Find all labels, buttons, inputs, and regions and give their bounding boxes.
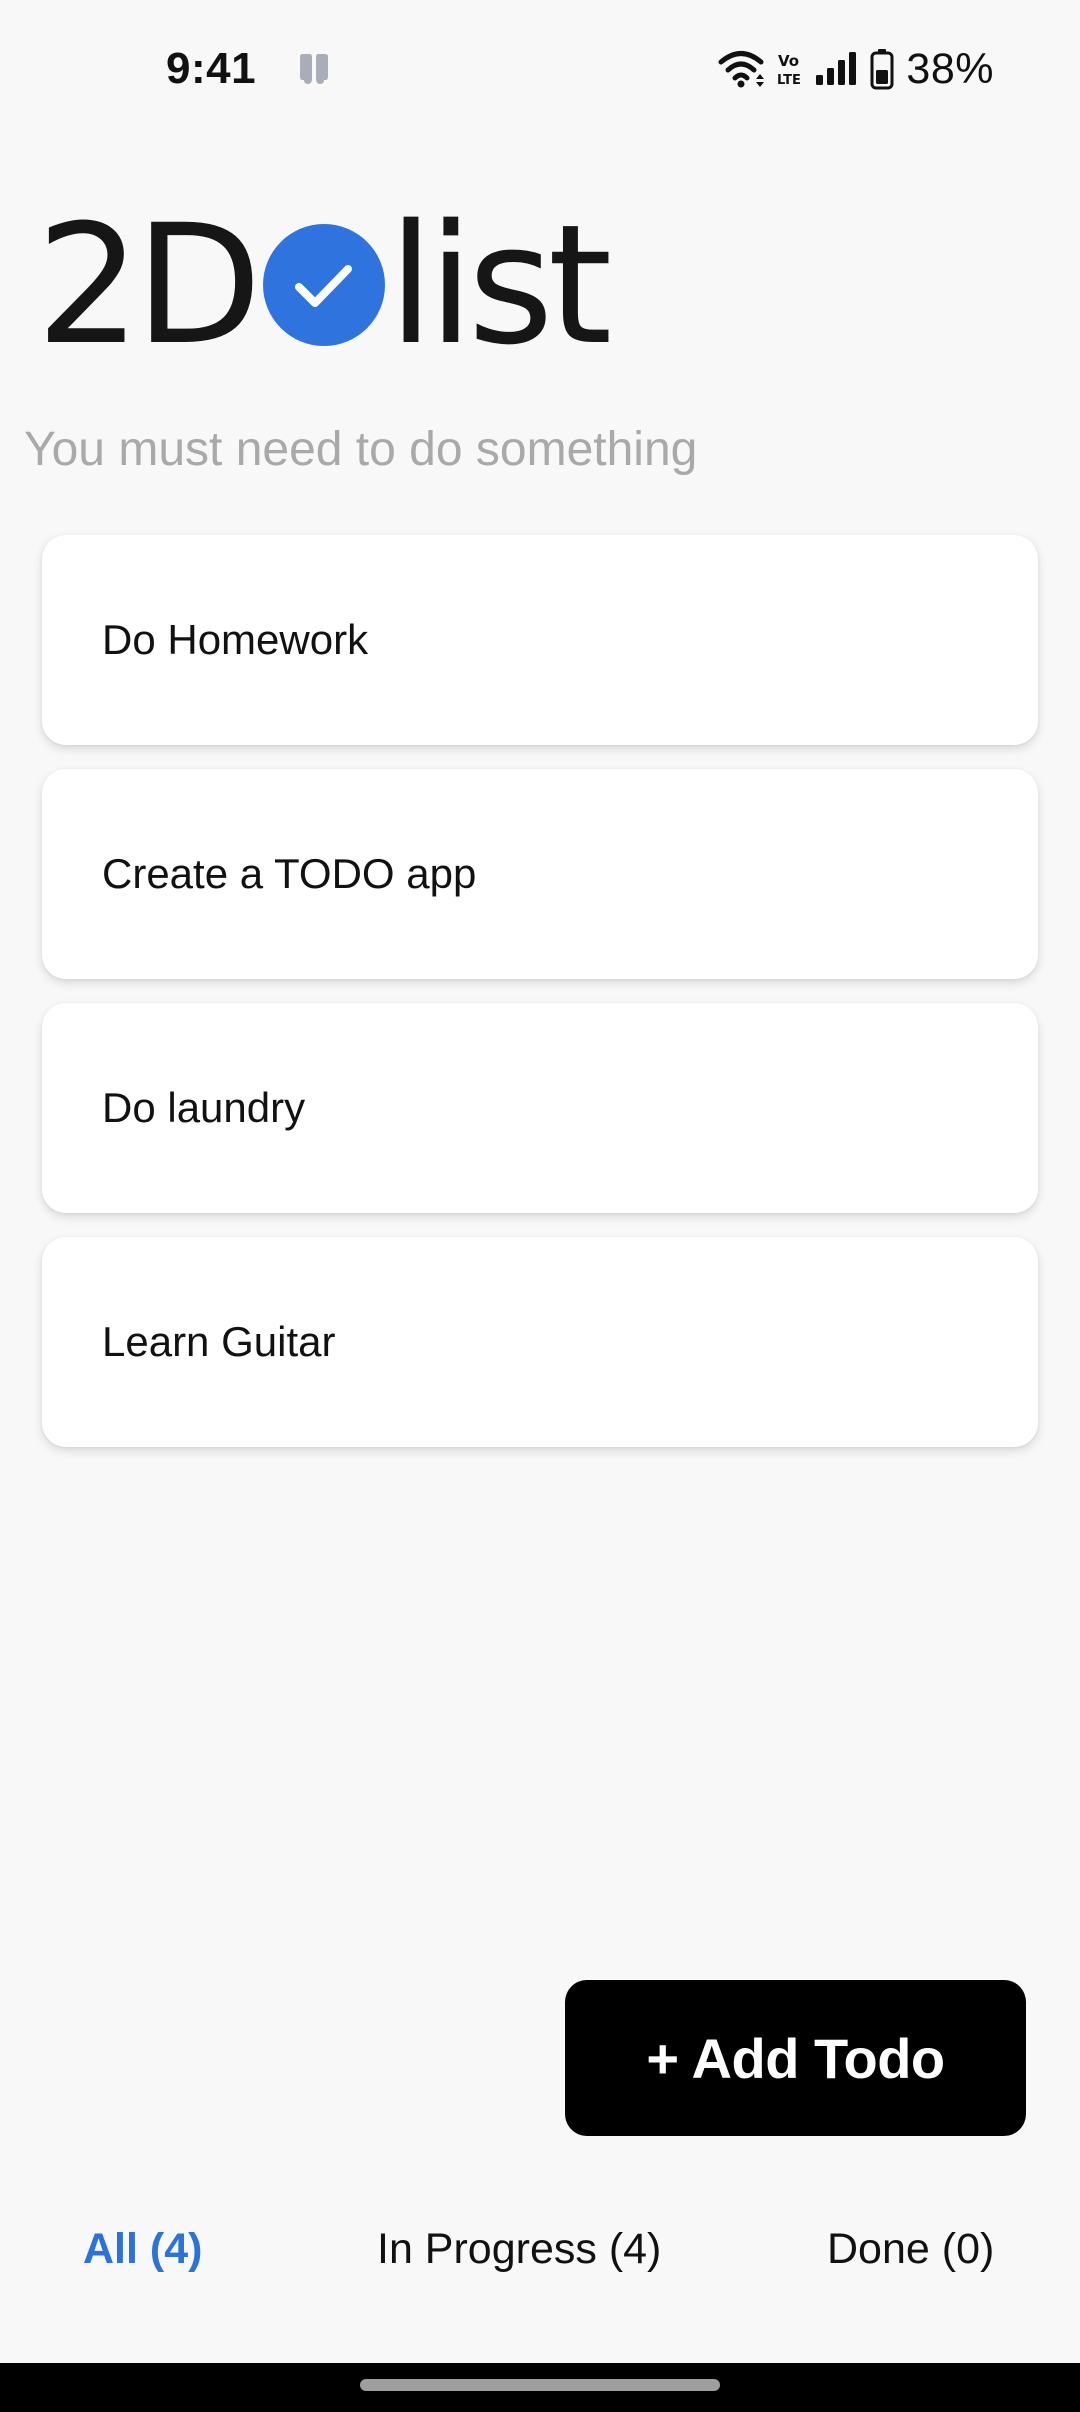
signal-icon [816,52,857,85]
tab-all[interactable]: All (4) [83,2225,202,2274]
status-icons: Vo LTE 38% [718,44,994,94]
tab-done[interactable]: Done (0) [827,2225,994,2274]
volte-icon: Vo LTE [777,52,801,88]
status-bar: 9:41 Vo LTE 38% [0,0,1080,140]
tab-in-progress[interactable]: In Progress (4) [377,2225,661,2274]
todo-item[interactable]: Do Homework [42,535,1038,745]
todo-item[interactable]: Do laundry [42,1003,1038,1213]
battery-icon [870,49,894,90]
app-logo: 2D list [36,189,612,381]
filter-tabs: All (4) In Progress (4) Done (0) [0,2225,1080,2295]
logo-suffix: list [388,189,612,381]
todo-list: Do Homework Create a TODO app Do laundry… [42,535,1038,1471]
app-screen: 9:41 Vo LTE 38% 2D list You must need to… [0,0,1080,2412]
system-nav-bar [0,2363,1080,2412]
todo-label: Create a TODO app [102,850,477,897]
check-circle-icon [263,224,386,346]
app-notification-icon [300,54,328,84]
todo-label: Learn Guitar [102,1318,336,1365]
wifi-icon [718,51,765,88]
status-time: 9:41 [166,44,257,93]
battery-percent: 38% [906,44,994,93]
subtitle: You must need to do something [24,423,698,476]
todo-label: Do laundry [102,1084,306,1131]
home-indicator[interactable] [360,2379,720,2391]
todo-item[interactable]: Learn Guitar [42,1237,1038,1447]
svg-text:LTE: LTE [777,73,801,88]
todo-label: Do Homework [102,616,369,663]
todo-item[interactable]: Create a TODO app [42,769,1038,979]
svg-text:Vo: Vo [778,52,799,70]
add-todo-button[interactable]: + Add Todo [565,1980,1026,2136]
logo-prefix: 2D [36,189,262,381]
